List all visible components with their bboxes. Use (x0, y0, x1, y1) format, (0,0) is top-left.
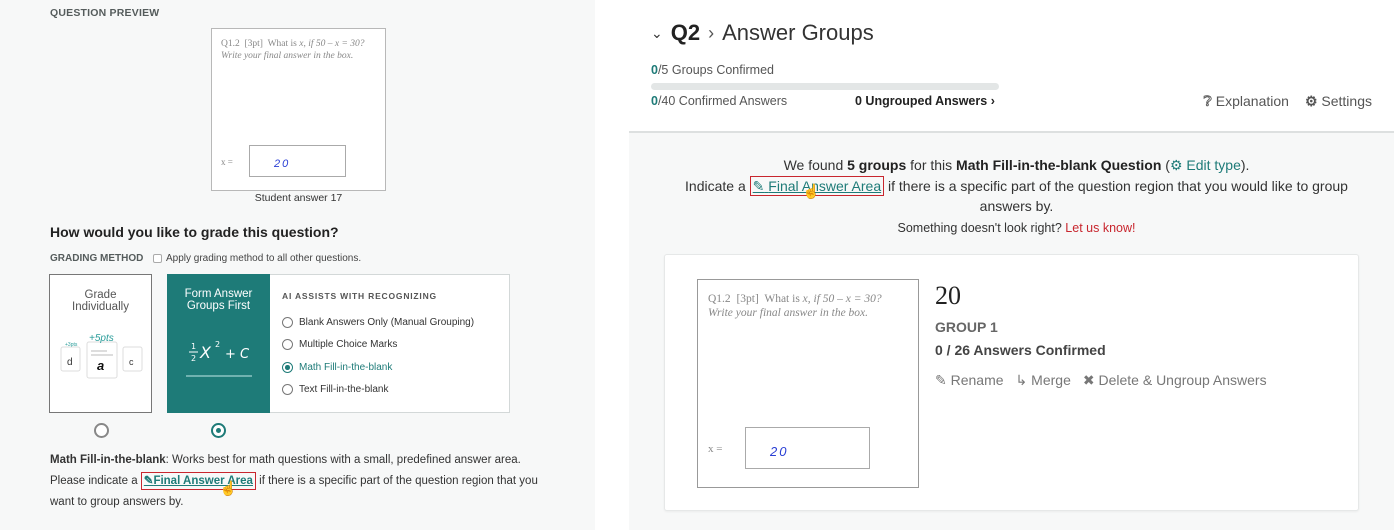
answer-group-card: Q1.2 [3pt] What is x, if 50 – x = 30? Wr… (664, 254, 1359, 511)
grade-individually-radio[interactable] (94, 423, 109, 438)
group-confirmed-count: 0 / 26 Answers Confirmed (935, 342, 1106, 358)
answer-box: 20 (249, 145, 346, 177)
answer-label: x = (221, 157, 233, 167)
radio[interactable] (282, 317, 293, 328)
letter-d: d (67, 357, 73, 368)
final-answer-area-link[interactable]: ✎ Final Answer Area ☝ (749, 175, 885, 199)
close-icon: ✖ (1082, 372, 1095, 388)
chevron-down-icon[interactable]: ⌄ (651, 25, 663, 42)
page-title: Answer Groups (722, 20, 874, 45)
letter-c: c (129, 357, 134, 367)
pencil-icon: ✎ (935, 372, 947, 388)
formula-x: X (199, 343, 212, 362)
method-title: Form Answer Groups First (184, 288, 253, 312)
settings-button[interactable]: ⚙ Settings (1305, 93, 1372, 110)
method-description: Math Fill-in-the-blank: Works best for m… (50, 450, 550, 513)
question-number[interactable]: Q2 (671, 20, 700, 46)
ai-assist-heading: AI ASSISTS WITH RECOGNIZING (282, 291, 437, 301)
pencil-icon: ✎ (752, 177, 765, 194)
method-card-form-answer-groups[interactable]: Form Answer Groups First 1 2 X 2 + C (167, 274, 270, 413)
ai-assist-panel: AI ASSISTS WITH RECOGNIZING Blank Answer… (270, 274, 510, 413)
rename-button[interactable]: ✎ Rename (935, 372, 1004, 389)
form-groups-radio[interactable] (211, 423, 226, 438)
answers-confirmed: 0/40 Confirmed Answers (651, 94, 788, 108)
hand-cursor-icon: ☝ (802, 182, 821, 199)
method-card-grade-individually[interactable]: Grade Individually d a c +3pts +5pts (49, 274, 152, 413)
groups-confirmed: 0/5 Groups Confirmed (651, 63, 774, 77)
radio-selected[interactable] (282, 362, 293, 373)
option-label: Text Fill-in-the-blank (299, 384, 389, 395)
answer-box: 20 (745, 427, 870, 469)
ai-option-text-fill[interactable]: Text Fill-in-the-blank (282, 384, 388, 395)
radio[interactable] (282, 339, 293, 350)
groups-progress-bar (651, 83, 999, 90)
radio[interactable] (282, 384, 293, 395)
right-panel: ⌄ Q2 › Answer Groups 0/5 Groups Confirme… (629, 0, 1394, 530)
left-panel: QUESTION PREVIEW Q1.2 [3pt] What is x, i… (0, 0, 595, 530)
method-title: Grade Individually (72, 289, 129, 313)
letter-a: a (97, 358, 104, 373)
formula-exp: 2 (215, 340, 220, 349)
final-answer-area-link[interactable]: ✎Final Answer Area ☝ (140, 472, 256, 496)
let-us-know-link[interactable]: Let us know! (1065, 221, 1135, 235)
frac-num: 1 (191, 342, 196, 351)
merge-button[interactable]: ↳ Merge (1016, 372, 1071, 389)
apply-all-label: Apply grading method to all other questi… (166, 253, 362, 264)
frac-den: 2 (191, 354, 196, 363)
delete-ungroup-button[interactable]: ✖ Delete & Ungroup Answers (1083, 372, 1267, 389)
chevron-right-icon: › (990, 94, 995, 108)
merge-icon: ↳ (1015, 372, 1028, 388)
edit-type-link[interactable]: ⚙ Edit type (1170, 157, 1241, 173)
apply-all-checkbox[interactable]: Apply grading method to all other questi… (153, 253, 361, 264)
hand-cursor-icon: ☝ (219, 480, 238, 496)
question-text: Q1.2 [3pt] What is x, if 50 – x = 30? Wr… (221, 39, 365, 61)
question-text: Q1.2 [3pt] What is x, if 50 – x = 30? Wr… (708, 293, 882, 319)
preview-caption: Student answer 17 (254, 192, 343, 204)
page-header: ⌄ Q2 › Answer Groups (651, 20, 874, 46)
small-score: +3pts (65, 342, 78, 348)
grade-heading: How would you like to grade this questio… (50, 224, 339, 240)
question-circle-icon: ❔︎ (1203, 93, 1212, 109)
group-preview-image[interactable]: Q1.2 [3pt] What is x, if 50 – x = 30? Wr… (697, 279, 919, 488)
ai-option-blank[interactable]: Blank Answers Only (Manual Grouping) (282, 317, 474, 328)
desc-bold: Math Fill-in-the-blank (50, 454, 166, 466)
groups-found-message: We found 5 groups for this Math Fill-in-… (685, 157, 1348, 235)
handwritten-answer: 20 (274, 158, 291, 170)
gear-icon: ⚙ (1304, 93, 1318, 109)
gear-icon: ⚙ (1169, 157, 1183, 173)
formula-tail: + C (225, 347, 250, 362)
option-label: Blank Answers Only (Manual Grouping) (299, 317, 475, 328)
handwritten-answer: 20 (770, 444, 789, 459)
big-score: +5pts (89, 333, 114, 344)
chevron-right-icon: › (708, 22, 715, 43)
answer-label: x = (708, 443, 723, 455)
question-preview-label: QUESTION PREVIEW (50, 7, 160, 19)
pencil-icon: ✎ (143, 475, 154, 487)
ai-option-math-fill[interactable]: Math Fill-in-the-blank (282, 362, 392, 373)
ungrouped-answers-link[interactable]: 0 Ungrouped Answers › (855, 94, 995, 108)
checkbox[interactable] (153, 254, 162, 263)
grade-individually-illustration: d a c +3pts +5pts (60, 333, 143, 379)
grading-method-label: GRADING METHOD (50, 253, 144, 264)
group-answer-value: 20 (935, 281, 961, 310)
option-label: Math Fill-in-the-blank (299, 362, 393, 373)
formula-illustration: 1 2 X 2 + C (186, 340, 252, 377)
group-name: GROUP 1 (935, 319, 998, 335)
explanation-button[interactable]: ❔︎ Explanation (1203, 93, 1288, 110)
option-label: Multiple Choice Marks (299, 339, 398, 350)
ai-option-multiple-choice[interactable]: Multiple Choice Marks (282, 339, 397, 350)
question-preview-image: Q1.2 [3pt] What is x, if 50 – x = 30? Wr… (211, 28, 386, 191)
